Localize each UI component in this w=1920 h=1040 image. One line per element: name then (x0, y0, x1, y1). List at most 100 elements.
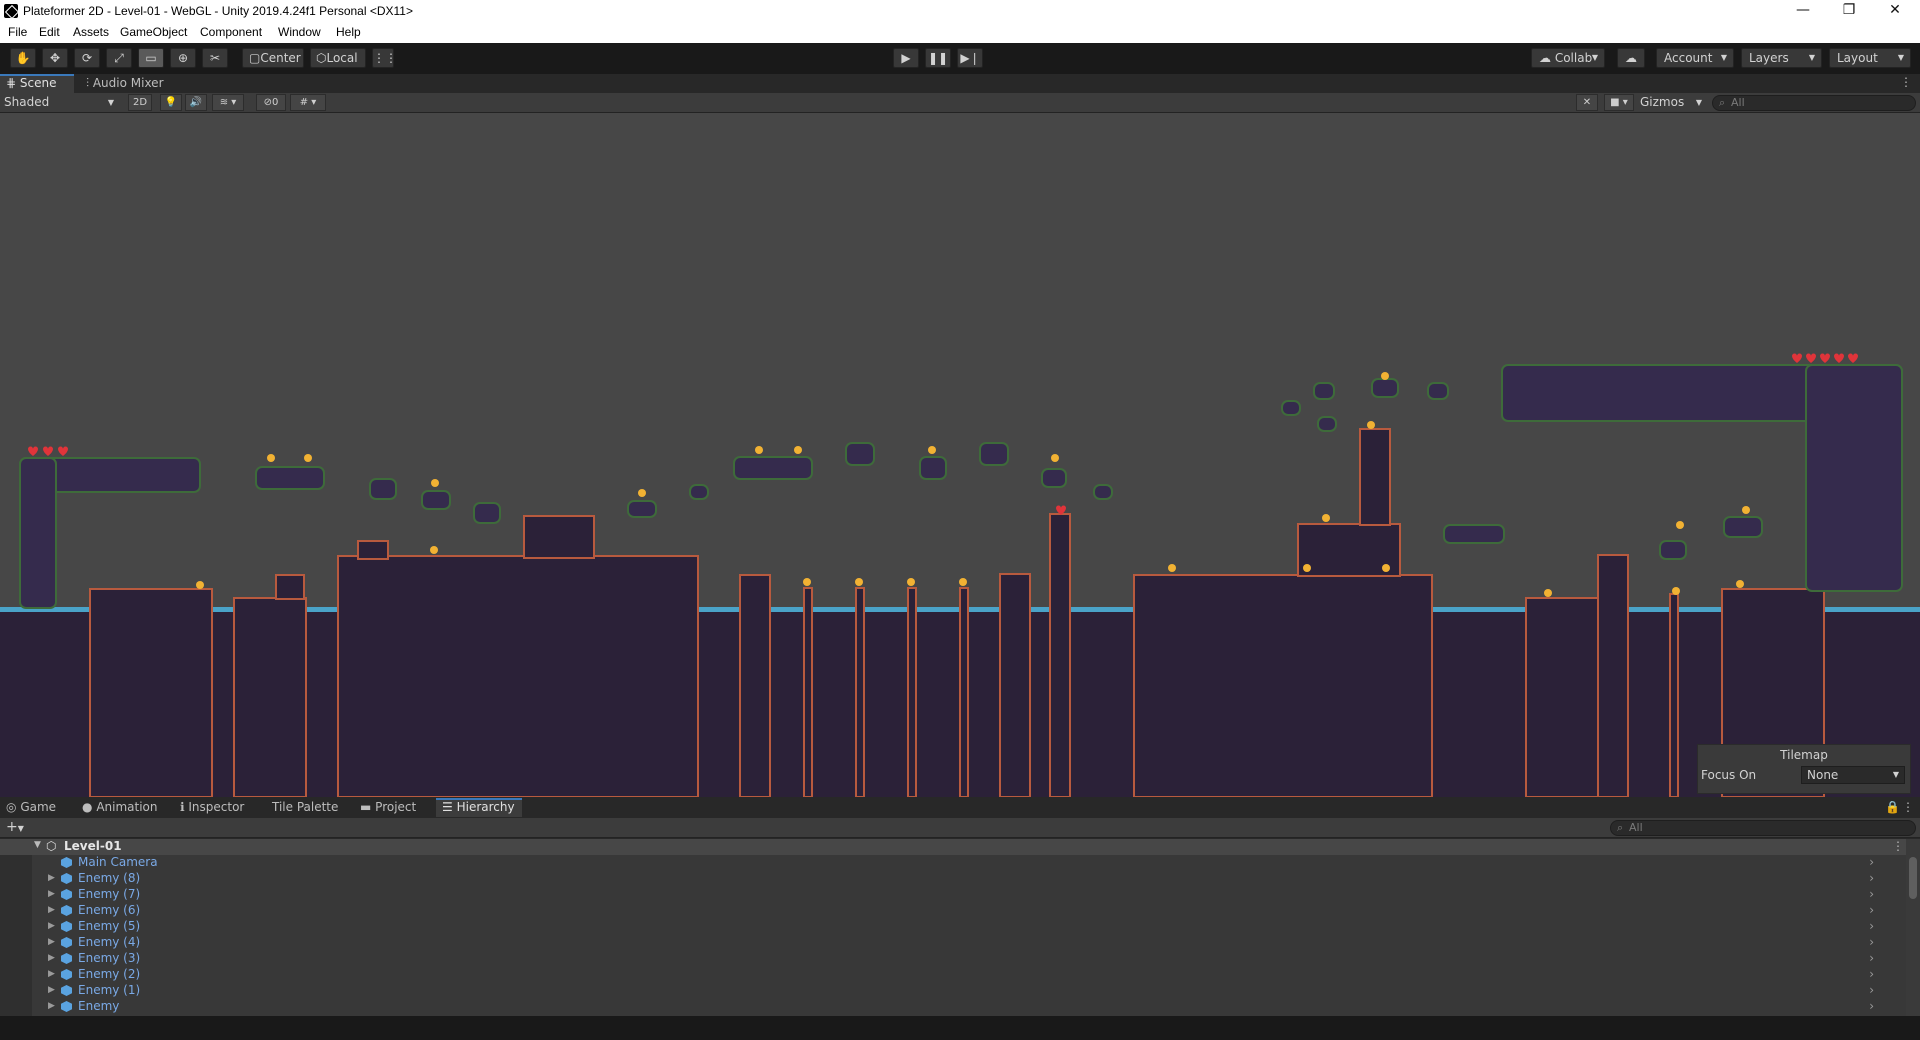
unity-logo-icon (4, 4, 18, 18)
play-button[interactable]: ▶ (893, 48, 919, 68)
hierarchy-item[interactable]: ▶ Enemy (7) › (0, 887, 1900, 903)
hierarchy-item[interactable]: ▶ Enemy (3) › (0, 951, 1900, 967)
more-options-icon[interactable]: ⋮ (1892, 839, 1904, 853)
tab-scene[interactable]: ⋕ Scene (0, 74, 74, 93)
hierarchy-item[interactable]: ▶ Enemy (4) › (0, 935, 1900, 951)
floating-platform (1317, 416, 1337, 432)
lighting-icon[interactable]: 💡 (160, 94, 182, 111)
prefab-arrow-icon[interactable]: › (1869, 999, 1874, 1014)
minimize-button[interactable]: — (1780, 0, 1826, 22)
move-tool-icon[interactable]: ✥ (42, 48, 68, 68)
pause-button[interactable]: ❚❚ (925, 48, 951, 68)
chevron-right-icon[interactable]: ▶ (48, 935, 55, 950)
gizmos-dropdown[interactable]: Gizmos ▼ (1640, 94, 1704, 112)
scene-search-placeholder: All (1731, 96, 1745, 109)
hierarchy-item[interactable]: ▶ Enemy › (0, 999, 1900, 1015)
scale-tool-icon[interactable]: ⤢ (106, 48, 132, 68)
tools-icon[interactable]: ✕ (1576, 94, 1598, 111)
hierarchy-item[interactable]: ▶ Enemy (2) › (0, 967, 1900, 983)
scrollbar-thumb[interactable] (1909, 857, 1917, 899)
prefab-arrow-icon[interactable]: › (1869, 983, 1874, 998)
gameobject-cube-icon (61, 969, 72, 980)
pivot-local-button[interactable]: ⬡Local (310, 48, 366, 68)
tab-inspector-label: Inspector (188, 800, 245, 814)
prefab-arrow-icon[interactable]: › (1869, 903, 1874, 918)
prefab-arrow-icon[interactable]: › (1869, 887, 1874, 902)
menu-help[interactable]: Help (336, 25, 361, 39)
effects-icon[interactable]: ≋ ▾ (212, 94, 244, 111)
scene-toolbar: Shaded ▼ 2D 💡 🔊 ≋ ▾ ⊘0 # ▾ ✕ ■ ▾ Gizmos … (0, 93, 1920, 113)
menu-component[interactable]: Component (200, 25, 262, 39)
transform-tool-icon[interactable]: ⊕ (170, 48, 196, 68)
close-button[interactable]: ✕ (1872, 0, 1918, 22)
menu-file[interactable]: File (8, 25, 27, 39)
cloud-icon[interactable]: ☁ (1617, 48, 1645, 68)
heart-pickup (1848, 353, 1858, 363)
prefab-arrow-icon[interactable]: › (1869, 855, 1874, 870)
tab-project[interactable]: ▬ Project (354, 798, 434, 817)
chevron-down-icon[interactable]: ▼ (34, 840, 41, 850)
tab-tile-palette[interactable]: Tile Palette (266, 798, 354, 817)
menu-gameobject[interactable]: GameObject (120, 25, 187, 39)
custom-tool-icon[interactable]: ✂ (202, 48, 228, 68)
chevron-right-icon[interactable]: ▶ (48, 887, 55, 902)
maximize-button[interactable]: ❐ (1826, 0, 1872, 22)
chevron-right-icon[interactable]: ▶ (48, 983, 55, 998)
audio-icon[interactable]: 🔊 (185, 94, 207, 111)
tab-animation[interactable]: ● Animation (76, 798, 176, 817)
chevron-right-icon[interactable]: ▶ (48, 903, 55, 918)
camera-icon[interactable]: ■ ▾ (1604, 94, 1634, 111)
prefab-arrow-icon[interactable]: › (1869, 871, 1874, 886)
more-options-icon[interactable]: ⋮ (1902, 800, 1914, 814)
heart-pickup (1834, 353, 1844, 363)
hierarchy-item[interactable]: ▶ Enemy (1) › (0, 983, 1900, 999)
chevron-right-icon[interactable]: ▶ (48, 871, 55, 886)
prefab-arrow-icon[interactable]: › (1869, 951, 1874, 966)
draw-mode-dropdown[interactable]: Shaded ▼ (4, 94, 118, 112)
scene-root-row[interactable]: ▼ ⬡ Level-01 ⋮ (0, 839, 1920, 855)
create-dropdown[interactable]: +▼ (6, 819, 34, 837)
floating-platform (979, 442, 1009, 466)
tab-audio-mixer[interactable]: ⫶ Audio Mixer (80, 74, 180, 93)
rect-tool-icon[interactable]: ▭ (138, 48, 164, 68)
prefab-arrow-icon[interactable]: › (1869, 967, 1874, 982)
grid-snap-icon[interactable]: ⋮⋮ (372, 48, 397, 68)
tab-inspector[interactable]: ℹ Inspector (174, 798, 264, 817)
step-button[interactable]: ▶❘ (957, 48, 983, 68)
hierarchy-search-input[interactable]: ⌕ All (1610, 820, 1916, 836)
hidden-objects-toggle[interactable]: ⊘0 (256, 94, 286, 111)
menu-window[interactable]: Window (278, 25, 321, 39)
chevron-right-icon[interactable]: ▶ (48, 951, 55, 966)
scene-search-input[interactable]: ⌕ All (1712, 95, 1916, 111)
hierarchy-scrollbar[interactable] (1906, 839, 1920, 1016)
pivot-center-button[interactable]: ▢Center (242, 48, 304, 68)
layers-dropdown[interactable]: Layers ▼ (1741, 48, 1822, 68)
account-dropdown[interactable]: Account ▼ (1656, 48, 1734, 68)
hand-tool-icon[interactable]: ✋ (10, 48, 36, 68)
chevron-right-icon[interactable]: ▶ (48, 999, 55, 1014)
more-options-icon[interactable]: ⋮ (1900, 75, 1912, 89)
lock-icon[interactable]: 🔒 (1885, 800, 1900, 814)
2d-toggle[interactable]: 2D (128, 94, 152, 111)
menu-assets[interactable]: Assets (73, 25, 109, 39)
collab-dropdown[interactable]: ☁ Collab ▼ (1531, 48, 1605, 68)
chevron-right-icon[interactable]: ▶ (48, 967, 55, 982)
focus-on-dropdown[interactable]: None ▼ (1801, 766, 1905, 784)
grid-icon[interactable]: # ▾ (290, 94, 326, 111)
tab-hierarchy[interactable]: ☰ Hierarchy (436, 798, 522, 817)
tab-game[interactable]: ◎ Game (0, 798, 72, 817)
hierarchy-item[interactable]: ▶ Enemy (6) › (0, 903, 1900, 919)
floating-platform (845, 442, 875, 466)
level-tilemap (0, 353, 1920, 797)
chevron-right-icon[interactable]: ▶ (48, 919, 55, 934)
rotate-tool-icon[interactable]: ⟳ (74, 48, 100, 68)
hierarchy-item[interactable]: ▶ Enemy (8) › (0, 871, 1900, 887)
hierarchy-item[interactable]: Main Camera › (0, 855, 1900, 871)
prefab-arrow-icon[interactable]: › (1869, 919, 1874, 934)
scene-viewport[interactable]: Tilemap Focus On None ▼ (0, 113, 1920, 797)
hierarchy-item[interactable]: ▶ Enemy (5) › (0, 919, 1900, 935)
layout-dropdown[interactable]: Layout ▼ (1829, 48, 1911, 68)
floating-platform (627, 500, 657, 518)
prefab-arrow-icon[interactable]: › (1869, 935, 1874, 950)
menu-edit[interactable]: Edit (39, 25, 60, 39)
